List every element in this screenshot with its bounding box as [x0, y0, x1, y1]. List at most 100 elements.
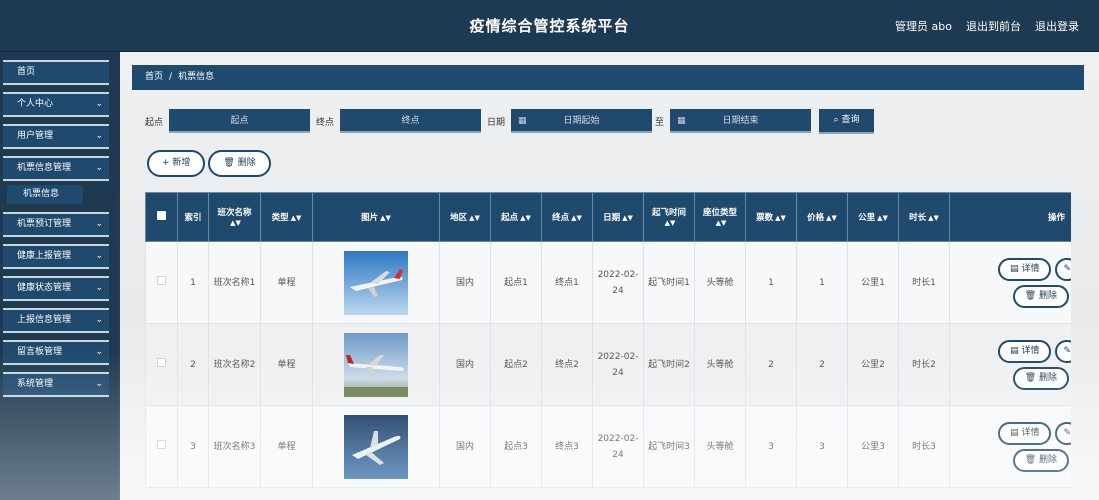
row-checkbox[interactable] — [157, 439, 166, 449]
sidebar-subitem-ticket-info[interactable]: 机票信息 — [7, 185, 83, 204]
logout-link[interactable]: 退出登录 — [1035, 18, 1079, 34]
chevron-down-icon: ⌄ — [95, 347, 103, 357]
sidebar: 首页 个人中心 ⌄ 用户管理 ⌄ 机票信息管理 ⌄ 机票信息 机票预订管理 ⌄ 健康上报… — [0, 52, 118, 500]
sidebar-item-report-info-management[interactable]: 上报信息管理 ⌄ — [3, 308, 109, 333]
delete-button[interactable]: 🗑 删除 — [1012, 448, 1069, 472]
cell-origin: 起点1 — [490, 241, 542, 324]
date-to-label: 至 — [655, 117, 665, 128]
origin-input[interactable]: 起点 — [169, 109, 311, 133]
cell-duration: 时长2 — [898, 323, 950, 406]
header-km[interactable]: 公里 ▲▼ — [847, 192, 899, 242]
cell-departure: 起飞时间2 — [643, 323, 695, 406]
add-button[interactable]: + 新增 — [147, 150, 206, 177]
cell-flight-name: 班次名称2 — [208, 323, 261, 406]
edit-icon: ✎ — [1063, 263, 1071, 274]
header-flight-name[interactable]: 班次名称 ▲▼ — [208, 192, 261, 242]
header-dest[interactable]: 终点 ▲▼ — [541, 192, 593, 242]
breadcrumb-home[interactable]: 首页 — [145, 72, 163, 82]
edit-button[interactable]: ✎ — [1055, 257, 1071, 281]
dest-input[interactable]: 终点 — [340, 109, 482, 133]
dest-label: 终点 — [316, 117, 335, 128]
sidebar-item-ticket-booking-management[interactable]: 机票预订管理 ⌄ — [3, 212, 109, 237]
cell-dest: 终点1 — [541, 241, 593, 324]
cell-type: 单程 — [260, 405, 313, 488]
chevron-down-icon: ⌄ — [95, 315, 103, 325]
date-end-input[interactable]: ▦ 日期结束 — [670, 109, 812, 133]
sort-icon: ▲▼ — [520, 214, 531, 222]
batch-delete-button[interactable]: 🗑 删除 — [208, 150, 271, 177]
row-checkbox[interactable] — [157, 357, 166, 367]
edit-button[interactable]: ✎ — [1055, 339, 1071, 363]
sidebar-item-system-management[interactable]: 系统管理 ⌄ — [3, 372, 109, 397]
cell-price: 2 — [796, 323, 848, 406]
sidebar-item-personal-center[interactable]: 个人中心 ⌄ — [3, 92, 109, 117]
cell-km: 公里3 — [847, 405, 899, 488]
sidebar-item-health-report-management[interactable]: 健康上报管理 ⌄ — [3, 244, 109, 269]
cell-seat: 头等舱 — [694, 405, 746, 488]
query-button[interactable]: ⌕ 查询 — [819, 108, 875, 134]
sidebar-item-health-status-management[interactable]: 健康状态管理 ⌄ — [3, 276, 109, 301]
sort-icon: ▲▼ — [571, 214, 582, 222]
sort-icon: ▲▼ — [928, 214, 939, 222]
sort-icon: ▲▼ — [230, 219, 241, 227]
chevron-down-icon: ⌄ — [95, 219, 103, 229]
breadcrumb-current: 机票信息 — [178, 72, 215, 82]
sort-icon: ▲▼ — [622, 214, 633, 222]
cell-price: 3 — [796, 405, 848, 488]
calendar-icon: ▦ — [677, 116, 686, 126]
detail-icon: ▤ — [1010, 427, 1022, 438]
flight-image — [344, 250, 408, 315]
airplane-photo-icon — [344, 414, 408, 479]
header-seat[interactable]: 座位类型 ▲▼ — [694, 192, 746, 242]
header-duration[interactable]: 时长 ▲▼ — [898, 192, 950, 242]
detail-icon: ▤ — [1010, 345, 1022, 356]
cell-region: 国内 — [439, 323, 491, 406]
select-all-checkbox[interactable] — [157, 211, 166, 220]
header-departure[interactable]: 起飞时间 ▲▼ — [643, 192, 695, 242]
detail-button[interactable]: ▤ 详情 — [998, 257, 1052, 281]
delete-button[interactable]: 🗑 删除 — [1012, 366, 1069, 390]
edit-icon: ✎ — [1063, 427, 1071, 438]
select-all-header[interactable] — [145, 192, 178, 242]
cell-date: 2022-02-24 — [592, 241, 644, 324]
cell-tickets: 3 — [745, 405, 797, 488]
sidebar-item-message-board-management[interactable]: 留言板管理 ⌄ — [3, 340, 109, 365]
edit-button[interactable]: ✎ — [1055, 421, 1071, 445]
flight-image — [344, 414, 408, 479]
sidebar-item-ticket-info-management[interactable]: 机票信息管理 ⌄ — [3, 156, 109, 181]
cell-index: 3 — [177, 405, 209, 488]
sort-icon: ▲▼ — [826, 214, 837, 222]
sidebar-item-user-management[interactable]: 用户管理 ⌄ — [3, 124, 109, 149]
delete-button[interactable]: 🗑 删除 — [1012, 284, 1069, 308]
header-date[interactable]: 日期 ▲▼ — [592, 192, 644, 242]
trash-icon: 🗑 — [223, 158, 238, 168]
detail-button[interactable]: ▤ 详情 — [998, 421, 1052, 445]
header-ops: 操作 — [949, 192, 1071, 242]
cell-flight-name: 班次名称1 — [208, 241, 261, 324]
airplane-photo-icon — [344, 250, 408, 315]
sidebar-item-home[interactable]: 首页 — [3, 60, 109, 85]
cell-origin: 起点3 — [490, 405, 542, 488]
search-filter-row: 起点 起点 终点 终点 日期 ▦ 日期起始 至 ▦ 日期结束 ⌕ 查询 — [145, 108, 875, 134]
header-type[interactable]: 类型 ▲▼ — [260, 192, 313, 242]
header-origin[interactable]: 起点 ▲▼ — [490, 192, 542, 242]
detail-button[interactable]: ▤ 详情 — [998, 339, 1052, 363]
cell-departure: 起飞时间3 — [643, 405, 695, 488]
header-tickets[interactable]: 票数 ▲▼ — [745, 192, 797, 242]
cell-duration: 时长1 — [898, 241, 950, 324]
cell-type: 单程 — [260, 241, 313, 324]
row-checkbox[interactable] — [157, 275, 166, 285]
back-to-front-link[interactable]: 退出到前台 — [966, 18, 1021, 34]
admin-user-label: 管理员 abo — [895, 20, 952, 33]
date-start-input[interactable]: ▦ 日期起始 — [511, 109, 653, 133]
main-content: 首页 / 机票信息 起点 起点 终点 终点 日期 ▦ 日期起始 至 ▦ 日期结束 ⌕ 查… — [120, 52, 1099, 500]
breadcrumb-separator: / — [169, 72, 173, 82]
sort-icon: ▲▼ — [290, 214, 302, 222]
trash-icon: 🗑 — [1024, 454, 1039, 465]
header-region[interactable]: 地区 ▲▼ — [439, 192, 491, 242]
date-label: 日期 — [487, 117, 506, 128]
header-price[interactable]: 价格 ▲▼ — [796, 192, 848, 242]
chevron-down-icon: ⌄ — [95, 99, 103, 109]
cell-duration: 时长3 — [898, 405, 950, 488]
header-image[interactable]: 图片 ▲▼ — [312, 192, 440, 242]
